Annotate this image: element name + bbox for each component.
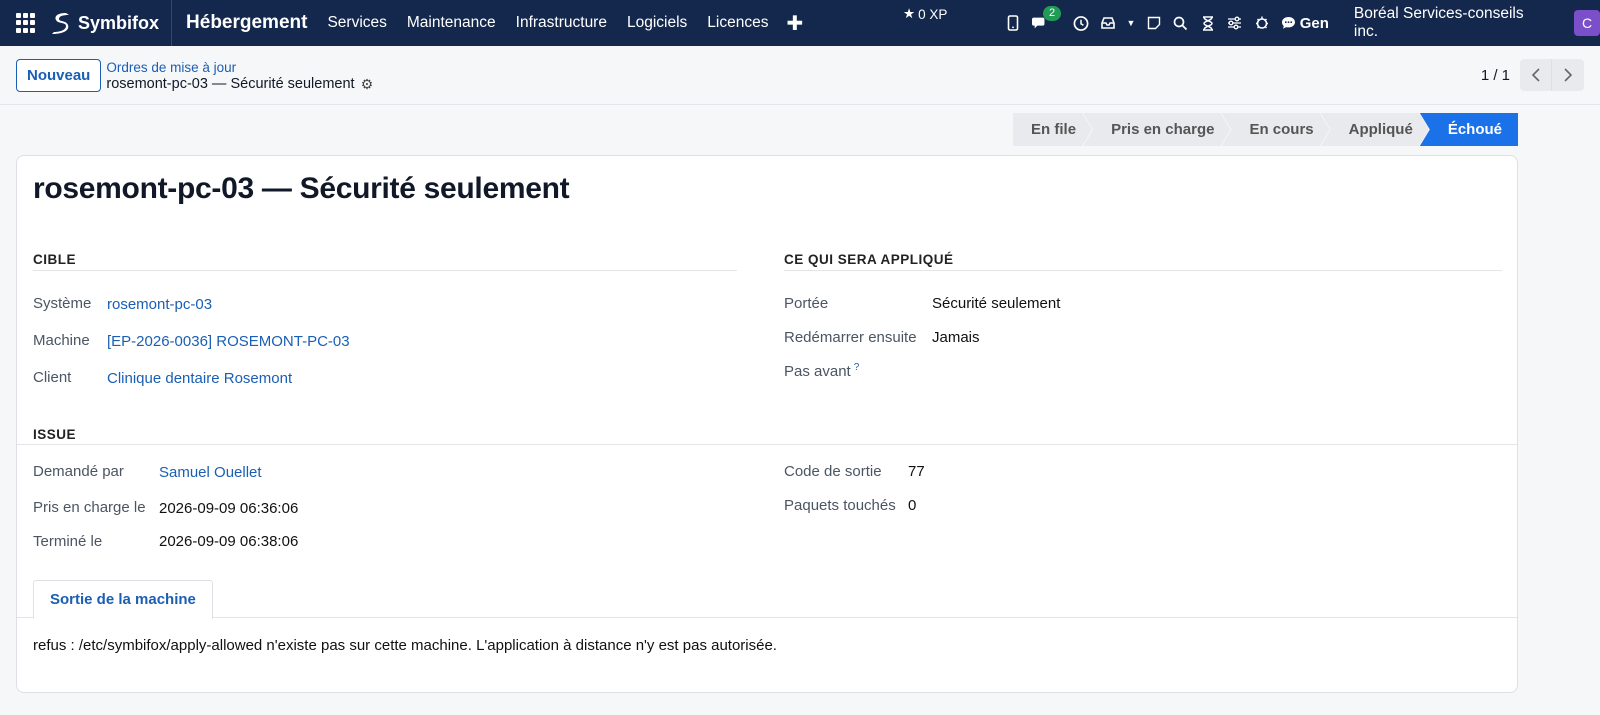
mobile-icon[interactable] xyxy=(1005,15,1021,31)
note-icon[interactable] xyxy=(1146,15,1162,31)
brand-name: Symbifox xyxy=(78,12,160,33)
symbifox-logo-icon xyxy=(52,13,69,34)
done-at-label: Terminé le xyxy=(33,533,103,550)
section-applied-divider xyxy=(784,270,1502,271)
reboot-value: Jamais xyxy=(932,329,980,346)
status-stage-en-cours[interactable]: En cours xyxy=(1221,113,1329,146)
section-outcome-heading: ISSUE xyxy=(33,427,77,442)
gear-icon[interactable]: ⚙ xyxy=(361,76,374,92)
company-switcher[interactable]: Boréal Services-conseils inc. xyxy=(1354,5,1551,41)
reboot-label: Redémarrer ensuite xyxy=(784,329,917,346)
menu-item-licences[interactable]: Licences xyxy=(707,14,768,32)
app-name[interactable]: Hébergement xyxy=(186,12,307,34)
bug-icon[interactable] xyxy=(1254,15,1270,31)
scope-value: Sécurité seulement xyxy=(932,295,1061,312)
add-menu-icon[interactable]: ✚ xyxy=(786,11,803,36)
status-stage-en-file[interactable]: En file xyxy=(1013,113,1092,146)
pager: 1 / 1 xyxy=(1481,59,1584,91)
chevron-right-icon xyxy=(1564,68,1573,82)
pager-value[interactable]: 1 / 1 xyxy=(1481,67,1510,84)
apps-menu-icon[interactable] xyxy=(16,13,36,33)
status-stage-pris-en-charge[interactable]: Pris en charge xyxy=(1083,113,1230,146)
next-button[interactable] xyxy=(1552,59,1584,91)
client-label: Client xyxy=(33,369,72,386)
breadcrumb-current: rosemont-pc-03 — Sécurité seulement ⚙ xyxy=(106,76,373,92)
messages-icon[interactable]: 2 xyxy=(1031,6,1062,31)
scope-label: Portée xyxy=(784,295,829,312)
exit-code-label: Code de sortie xyxy=(784,463,882,480)
packages-label: Paquets touchés xyxy=(784,497,896,514)
breadcrumb-parent[interactable]: Ordres de mise à jour xyxy=(106,60,373,76)
clock-icon[interactable] xyxy=(1073,15,1089,31)
not-before-label: Pas avant? xyxy=(784,362,859,380)
previous-button[interactable] xyxy=(1520,59,1552,91)
messages-badge: 2 xyxy=(1042,6,1062,21)
requested-by-link[interactable]: Samuel Ouellet xyxy=(159,464,262,481)
menu-item-infrastructure[interactable]: Infrastructure xyxy=(516,14,607,32)
section-applied-heading: CE QUI SERA APPLIQUÉ xyxy=(784,252,954,267)
chevron-left-icon xyxy=(1531,68,1540,82)
requested-by-label: Demandé par xyxy=(33,463,124,480)
machine-output-text: refus : /etc/symbifox/apply-allowed n'ex… xyxy=(33,637,777,654)
status-stage-echoue[interactable]: Échoué xyxy=(1419,113,1518,146)
client-link[interactable]: Clinique dentaire Rosemont xyxy=(107,370,292,387)
not-before-text: Pas avant xyxy=(784,363,851,380)
star-icon: ★ xyxy=(903,6,916,21)
sliders-icon[interactable] xyxy=(1227,15,1243,31)
menu-item-logiciels[interactable]: Logiciels xyxy=(627,14,687,32)
control-panel: Nouveau Ordres de mise à jour rosemont-p… xyxy=(0,46,1600,105)
menu-item-maintenance[interactable]: Maintenance xyxy=(407,14,496,32)
brand[interactable]: Symbifox xyxy=(50,0,173,46)
section-target-divider xyxy=(33,270,737,271)
main-menu: Services Maintenance Infrastructure Logi… xyxy=(327,14,768,32)
status-bar: En file Pris en charge En cours Appliqué… xyxy=(1013,113,1518,146)
xp-label: 0 XP xyxy=(918,6,948,22)
gen-assistant[interactable]: Gen xyxy=(1281,15,1329,32)
hourglass-icon[interactable] xyxy=(1200,15,1216,31)
status-stage-applique[interactable]: Appliqué xyxy=(1321,113,1429,146)
new-button[interactable]: Nouveau xyxy=(16,58,102,92)
inbox-icon[interactable] xyxy=(1100,15,1116,31)
section-outcome-divider xyxy=(17,444,1517,445)
caret-down-icon[interactable]: ▼ xyxy=(1126,15,1135,31)
menu-item-services[interactable]: Services xyxy=(327,14,386,32)
top-navbar: Symbifox Hébergement Services Maintenanc… xyxy=(0,0,1600,46)
form-sheet: rosemont-pc-03 — Sécurité seulement CIBL… xyxy=(16,155,1518,693)
section-target-heading: CIBLE xyxy=(33,252,76,267)
record-title: rosemont-pc-03 — Sécurité seulement xyxy=(33,172,570,205)
machine-label: Machine xyxy=(33,332,90,349)
search-icon[interactable] xyxy=(1173,15,1189,31)
taken-at-value: 2026-09-09 06:36:06 xyxy=(159,500,299,517)
machine-link[interactable]: [EP-2026-0036] ROSEMONT-PC-03 xyxy=(107,333,350,350)
system-label: Système xyxy=(33,295,92,312)
taken-at-label: Pris en charge le xyxy=(33,499,146,516)
packages-value: 0 xyxy=(908,497,917,514)
exit-code-value: 77 xyxy=(908,463,925,480)
breadcrumb: Ordres de mise à jour rosemont-pc-03 — S… xyxy=(106,60,373,92)
help-tooltip-icon[interactable]: ? xyxy=(854,362,860,373)
avatar[interactable]: C xyxy=(1574,10,1600,36)
system-link[interactable]: rosemont-pc-03 xyxy=(107,296,212,313)
xp-counter[interactable]: ★ 0 XP xyxy=(903,6,947,22)
systray: 2 ▼ Gen Boréal Services-conseils inc. C xyxy=(1005,0,1600,46)
tab-machine-output[interactable]: Sortie de la machine xyxy=(33,580,213,619)
breadcrumb-current-label: rosemont-pc-03 — Sécurité seulement xyxy=(106,76,355,92)
done-at-value: 2026-09-09 06:38:06 xyxy=(159,533,299,550)
pager-buttons xyxy=(1520,59,1584,91)
tab-divider xyxy=(17,617,1517,618)
gen-label: Gen xyxy=(1299,14,1329,32)
chat-bubble-icon xyxy=(1281,17,1295,29)
